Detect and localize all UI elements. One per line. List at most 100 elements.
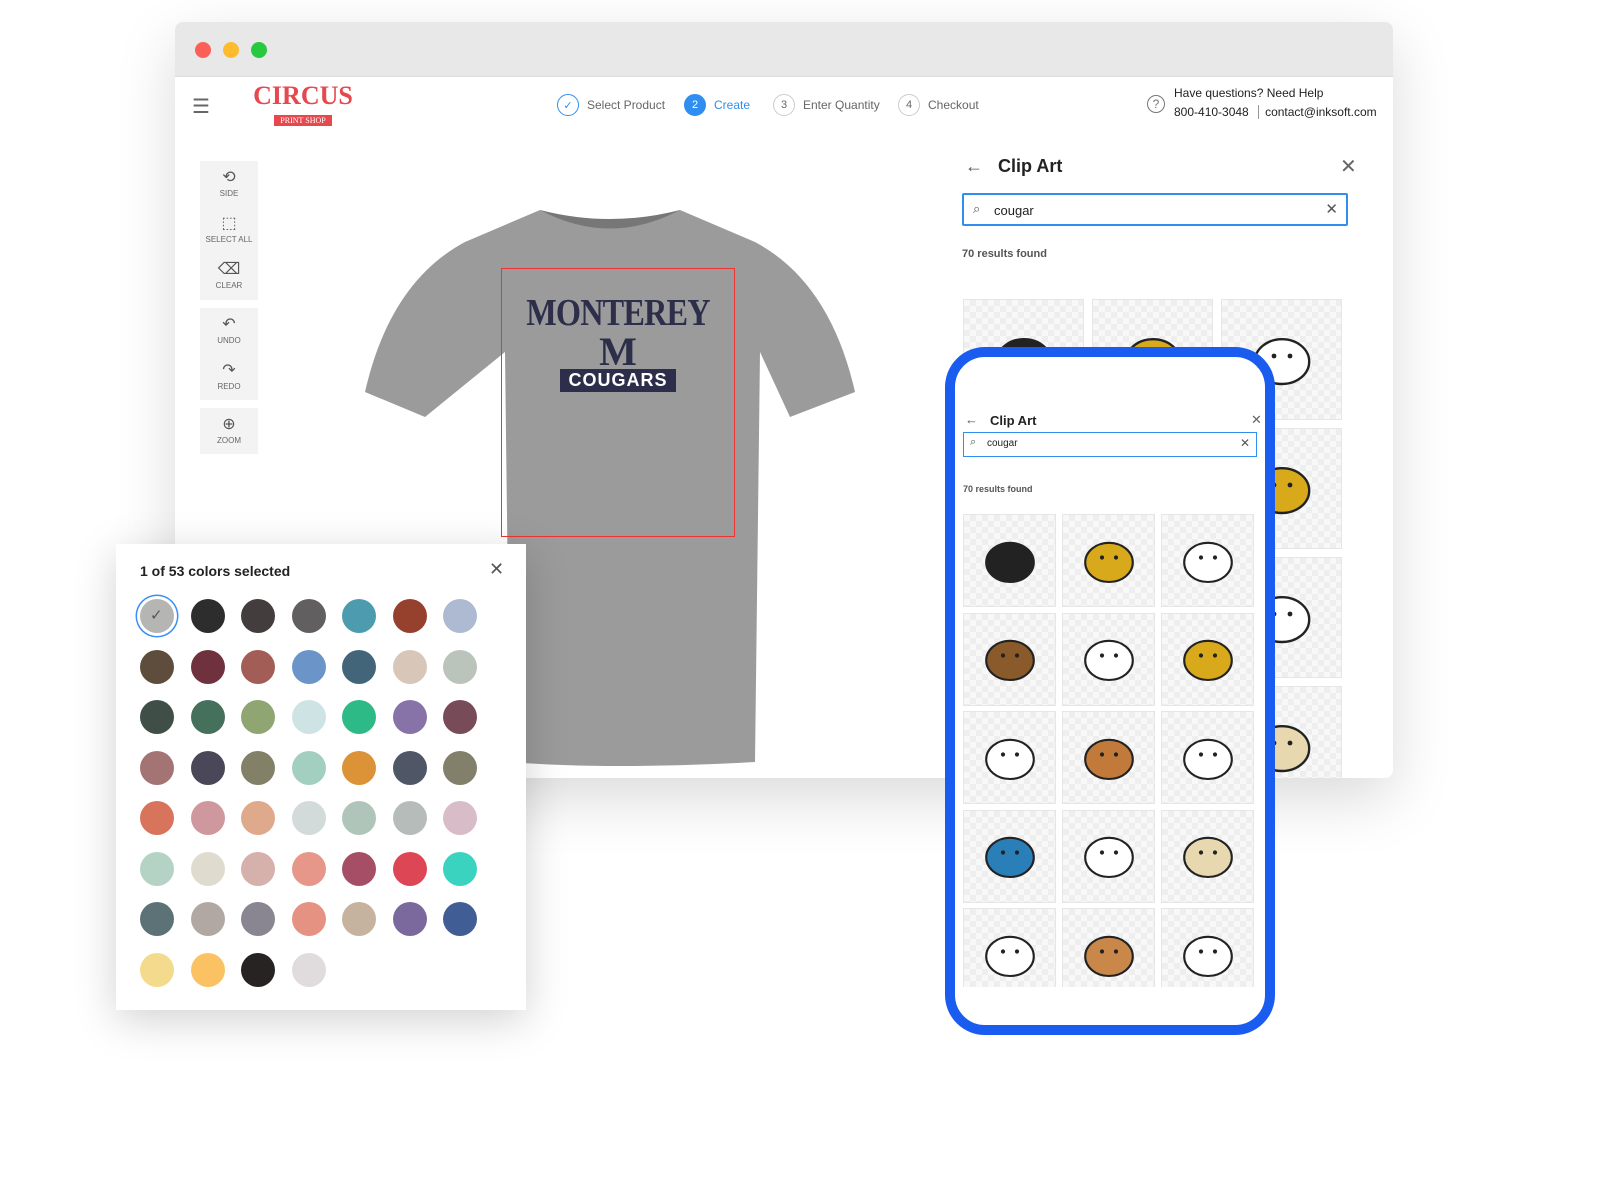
color-swatch[interactable] <box>190 801 225 835</box>
clipart-tile[interactable] <box>1062 809 1155 903</box>
color-swatch[interactable] <box>392 851 427 886</box>
color-swatch[interactable] <box>241 801 275 835</box>
color-swatch[interactable] <box>342 649 376 684</box>
print-area-boundary[interactable]: MONTEREY M COUGARS <box>501 268 735 537</box>
color-swatch[interactable] <box>140 952 174 987</box>
phone-link[interactable]: 800-410-3048 <box>1174 105 1249 119</box>
color-swatch[interactable] <box>342 851 376 886</box>
color-swatch[interactable] <box>392 599 427 633</box>
color-swatch[interactable]: ✓ <box>140 599 174 633</box>
close-window-button[interactable] <box>195 42 211 58</box>
back-arrow-icon[interactable]: ← <box>965 156 983 177</box>
color-swatch[interactable] <box>241 902 275 936</box>
email-link[interactable]: contact@inksoft.com <box>1265 105 1377 119</box>
color-swatch[interactable] <box>443 851 477 886</box>
color-swatch[interactable] <box>190 952 225 987</box>
color-swatch[interactable] <box>190 851 225 886</box>
close-clipart-icon[interactable]: ✕ <box>1340 154 1357 179</box>
clipart-tile[interactable] <box>1161 711 1254 804</box>
color-swatch[interactable] <box>291 801 326 835</box>
tool-redo-button[interactable]: ↷ REDO <box>200 354 258 400</box>
color-swatch[interactable] <box>291 952 326 987</box>
logo[interactable]: CIRCUS PRINT SHOP <box>243 82 363 128</box>
color-swatch[interactable] <box>241 599 275 633</box>
color-swatch[interactable] <box>291 649 326 684</box>
color-swatch[interactable] <box>190 599 225 633</box>
color-swatch[interactable] <box>241 750 275 785</box>
color-swatch[interactable] <box>241 952 275 987</box>
color-swatch[interactable] <box>443 902 477 936</box>
maximize-window-button[interactable] <box>251 42 267 58</box>
clipart-tile[interactable] <box>1161 908 1254 987</box>
step-number: ✓ <box>557 94 579 116</box>
color-swatch[interactable] <box>443 750 477 785</box>
design-artwork[interactable]: MONTEREY M COUGARS <box>502 291 734 392</box>
clipart-tile[interactable] <box>1062 711 1155 804</box>
color-swatch[interactable] <box>342 750 376 785</box>
color-swatch[interactable] <box>392 700 427 734</box>
color-swatch[interactable] <box>291 750 326 785</box>
color-swatch[interactable] <box>342 599 376 633</box>
clipart-tile[interactable] <box>1161 809 1254 903</box>
color-swatch[interactable] <box>392 902 427 936</box>
color-swatch[interactable] <box>140 902 174 936</box>
results-count: 70 results found <box>963 484 1033 494</box>
minimize-window-button[interactable] <box>223 42 239 58</box>
clipart-tile[interactable] <box>1062 612 1155 706</box>
step-1[interactable]: ✓ Select Product <box>557 94 665 116</box>
clear-search-icon[interactable]: ✕ <box>1240 436 1250 450</box>
color-swatch[interactable] <box>443 599 477 633</box>
color-swatch[interactable] <box>342 801 376 835</box>
close-colors-icon[interactable]: ✕ <box>489 559 504 580</box>
color-swatch[interactable] <box>140 801 174 835</box>
step-4[interactable]: 4 Checkout <box>898 94 979 116</box>
clipart-tile[interactable] <box>963 809 1056 903</box>
color-swatch[interactable] <box>190 700 225 734</box>
color-swatch[interactable] <box>342 700 376 734</box>
tool-side-button[interactable]: ⟲ SIDE <box>200 161 258 207</box>
app-header: ☰ CIRCUS PRINT SHOP ✓ Select Product 2 Crea… <box>175 78 1393 138</box>
tool-clear-button[interactable]: ⌫ CLEAR <box>200 253 258 299</box>
close-clipart-icon[interactable]: ✕ <box>1251 412 1262 428</box>
color-swatch[interactable] <box>140 700 174 734</box>
clipart-tile[interactable] <box>1161 612 1254 706</box>
color-swatch[interactable] <box>291 902 326 936</box>
back-arrow-icon[interactable]: ← <box>965 412 978 427</box>
color-swatch[interactable] <box>190 750 225 785</box>
tool-zoom-button[interactable]: ⊕ ZOOM <box>200 408 258 454</box>
clear-search-icon[interactable]: ✕ <box>1325 200 1338 218</box>
step-number: 3 <box>773 94 795 116</box>
color-swatch[interactable] <box>241 700 275 734</box>
clipart-tile[interactable] <box>963 711 1056 804</box>
color-swatch[interactable] <box>241 649 275 684</box>
clipart-tile[interactable] <box>963 612 1056 706</box>
clipart-tile[interactable] <box>1161 514 1254 607</box>
color-swatch[interactable] <box>241 851 275 886</box>
color-swatch[interactable] <box>291 851 326 886</box>
hamburger-menu-icon[interactable]: ☰ <box>192 94 210 119</box>
tool-undo-button[interactable]: ↶ UNDO <box>200 308 258 354</box>
color-swatch[interactable] <box>291 599 326 633</box>
mobile-search-input[interactable]: ⌕ cougar ✕ <box>963 432 1257 457</box>
step-2[interactable]: 2 Create <box>684 94 750 116</box>
color-swatch[interactable] <box>443 649 477 684</box>
color-swatch[interactable] <box>443 801 477 835</box>
tool-select-all-button[interactable]: ⬚ SELECT ALL <box>200 207 258 253</box>
color-swatch[interactable] <box>140 750 174 785</box>
step-3[interactable]: 3 Enter Quantity <box>773 94 880 116</box>
clipart-tile[interactable] <box>963 514 1056 607</box>
color-swatch[interactable] <box>443 700 477 734</box>
clipart-tile[interactable] <box>1062 514 1155 607</box>
clipart-tile[interactable] <box>1062 908 1155 987</box>
clipart-search-input[interactable]: ⌕ cougar ✕ <box>962 193 1348 226</box>
color-swatch[interactable] <box>392 649 427 684</box>
color-swatch[interactable] <box>140 851 174 886</box>
color-swatch[interactable] <box>190 649 225 684</box>
color-swatch[interactable] <box>291 700 326 734</box>
color-swatch[interactable] <box>190 902 225 936</box>
color-swatch[interactable] <box>342 902 376 936</box>
clipart-tile[interactable] <box>963 908 1056 987</box>
color-swatch[interactable] <box>392 801 427 835</box>
color-swatch[interactable] <box>392 750 427 785</box>
color-swatch[interactable] <box>140 649 174 684</box>
